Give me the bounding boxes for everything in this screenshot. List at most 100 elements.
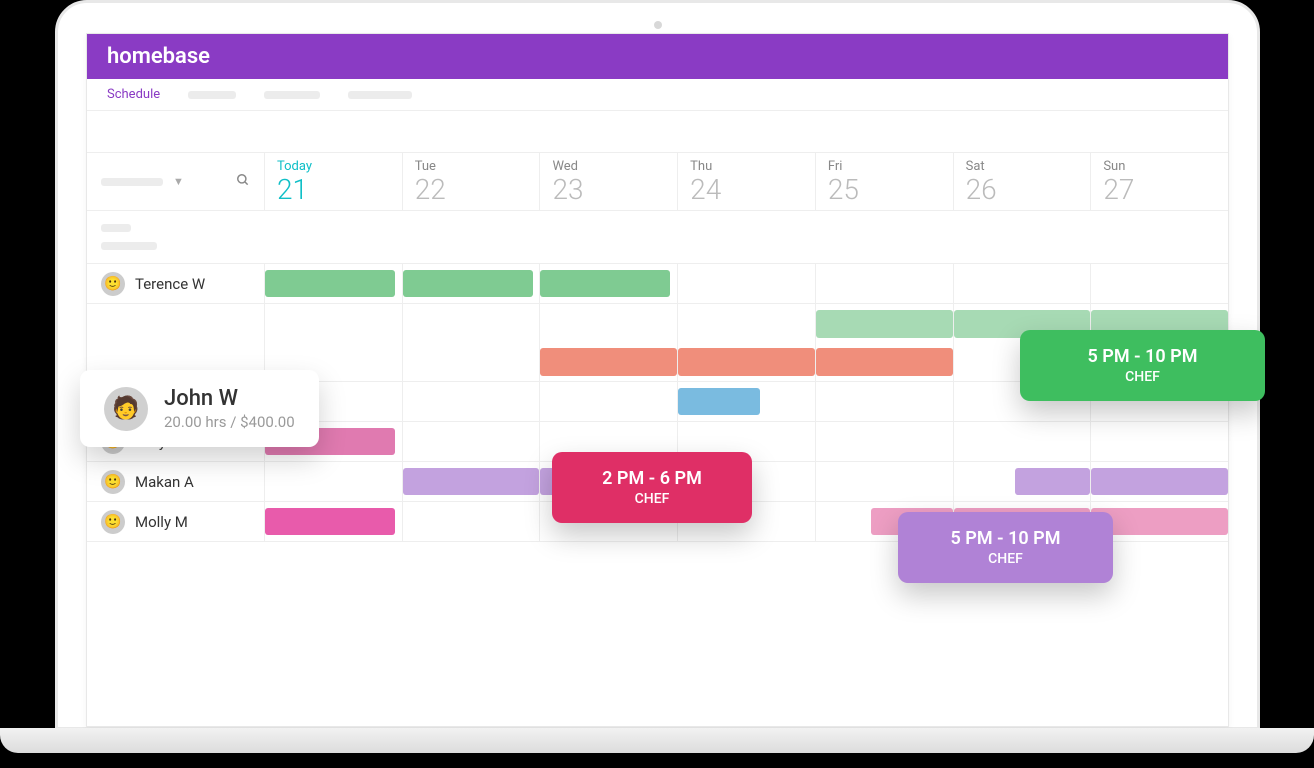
shift-time: 2 PM - 6 PM (578, 468, 726, 489)
nav-placeholder (264, 91, 320, 99)
schedule-cell[interactable] (265, 462, 403, 501)
shift-card-red[interactable]: 2 PM - 6 PM CHEF (552, 452, 752, 523)
day-label: Sat (966, 159, 1079, 174)
schedule-cell[interactable] (678, 264, 816, 303)
schedule-cell[interactable] (265, 502, 403, 541)
day-label: Wed (552, 159, 665, 174)
schedule-cell[interactable] (678, 382, 816, 421)
day-label: Fri (828, 159, 941, 174)
employee-detail-card[interactable]: 🧑 John W 20.00 hrs / $400.00 (80, 370, 319, 447)
laptop-base (0, 728, 1314, 753)
schedule-cell[interactable] (816, 422, 954, 461)
shift-block[interactable] (678, 348, 815, 376)
schedule-cell[interactable] (816, 264, 954, 303)
avatar: 🧑 (104, 387, 148, 431)
day-number: 25 (828, 174, 941, 206)
employee-name: Molly M (135, 513, 188, 531)
nav-placeholder (188, 91, 236, 99)
schedule-cell[interactable] (1091, 422, 1228, 461)
schedule-cell[interactable] (1091, 264, 1228, 303)
nav-schedule[interactable]: Schedule (107, 87, 160, 102)
schedule-cell[interactable] (403, 264, 541, 303)
employee-card-name: John W (164, 386, 295, 411)
day-number: 21 (277, 174, 390, 206)
filter-cell: ▼ (87, 153, 265, 210)
day-column-header[interactable]: Thu24 (678, 153, 816, 210)
day-column-header[interactable]: Tue22 (403, 153, 541, 210)
schedule-cell[interactable] (540, 264, 678, 303)
shift-time: 5 PM - 10 PM (924, 528, 1087, 549)
day-number: 23 (552, 174, 665, 206)
chevron-down-icon[interactable]: ▼ (173, 175, 184, 188)
day-number: 27 (1103, 174, 1216, 206)
shift-role: CHEF (578, 491, 726, 507)
schedule-cell[interactable] (403, 502, 541, 541)
schedule-cell[interactable] (403, 382, 541, 421)
schedule-cell[interactable] (403, 422, 541, 461)
avatar: 🙂 (101, 272, 125, 296)
nav-placeholder (348, 91, 412, 99)
day-column-header[interactable]: Fri25 (816, 153, 954, 210)
toolbar-row (87, 111, 1228, 153)
app-title: homebase (107, 44, 210, 69)
day-column-header[interactable]: Wed23 (540, 153, 678, 210)
shift-role: CHEF (1046, 369, 1239, 385)
schedule-cell[interactable] (403, 462, 541, 501)
day-column-header[interactable]: Today21 (265, 153, 403, 210)
shift-block[interactable] (816, 348, 953, 376)
schedule-cell[interactable] (816, 304, 954, 381)
camera-dot (654, 21, 662, 29)
day-column-header[interactable]: Sun27 (1091, 153, 1228, 210)
shift-time: 5 PM - 10 PM (1046, 346, 1239, 367)
shift-block[interactable] (1091, 468, 1228, 495)
employee-name: Makan A (135, 473, 194, 491)
day-label: Today (277, 159, 390, 174)
search-icon[interactable] (236, 173, 250, 191)
avatar: 🙂 (101, 510, 125, 534)
shift-block[interactable] (403, 270, 533, 297)
schedule-cell[interactable] (954, 264, 1092, 303)
employee-name: Terence W (135, 275, 205, 293)
shift-block[interactable] (265, 508, 395, 535)
day-label: Sun (1103, 159, 1216, 174)
shift-block[interactable] (540, 270, 670, 297)
employee-cell[interactable]: 🙂 Terence W (87, 264, 265, 303)
employee-cell[interactable]: 🙂 Molly M (87, 502, 265, 541)
shift-card-purple[interactable]: 5 PM - 10 PM CHEF (898, 512, 1113, 583)
day-number: 22 (415, 174, 528, 206)
schedule-cell[interactable] (403, 304, 541, 381)
employee-row: 🙂 Terence W (87, 264, 1228, 304)
day-label: Tue (415, 159, 528, 174)
shift-block[interactable] (816, 310, 953, 338)
day-number: 24 (690, 174, 803, 206)
day-header-row: ▼ Today21Tue22Wed23Thu24Fri25Sat26Sun27 (87, 153, 1228, 211)
schedule-cell[interactable] (265, 264, 403, 303)
employee-cell[interactable]: 🙂 Makan A (87, 462, 265, 501)
summary-placeholder (101, 242, 157, 250)
employee-card-meta: 20.00 hrs / $400.00 (164, 413, 295, 431)
shift-card-green[interactable]: 5 PM - 10 PM CHEF (1020, 330, 1265, 401)
schedule-cell[interactable] (540, 382, 678, 421)
schedule-cell[interactable] (540, 304, 678, 381)
summary-rows (87, 211, 1228, 264)
schedule-cell[interactable] (1091, 462, 1228, 501)
schedule-cell[interactable] (954, 462, 1092, 501)
app-header: homebase (87, 34, 1228, 79)
shift-role: CHEF (924, 551, 1087, 567)
day-number: 26 (966, 174, 1079, 206)
summary-placeholder (101, 224, 131, 232)
day-column-header[interactable]: Sat26 (954, 153, 1092, 210)
schedule-cell[interactable] (816, 462, 954, 501)
schedule-cell[interactable] (816, 382, 954, 421)
shift-block[interactable] (1015, 468, 1090, 495)
filter-placeholder (101, 178, 163, 186)
top-nav: Schedule (87, 79, 1228, 111)
schedule-cell[interactable] (954, 422, 1092, 461)
shift-block[interactable] (540, 348, 677, 376)
shift-block[interactable] (265, 270, 395, 297)
schedule-cell[interactable] (678, 304, 816, 381)
shift-block[interactable] (403, 468, 540, 495)
day-label: Thu (690, 159, 803, 174)
shift-block[interactable] (678, 388, 760, 415)
avatar: 🙂 (101, 470, 125, 494)
